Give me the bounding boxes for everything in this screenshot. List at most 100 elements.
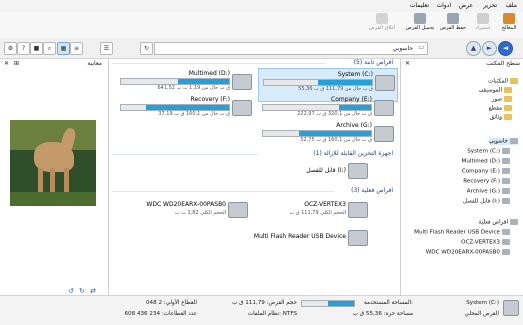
- nav-drive-c[interactable]: System (C:): [467, 148, 510, 155]
- preview-pane: ✕ ⊞ معاينة ↺ ↻ ⇄: [0, 59, 109, 295]
- removable-drive-name: قابل للفصل (I:): [306, 167, 346, 174]
- drive-name: Archive (G:): [336, 122, 372, 129]
- drive-tile[interactable]: Archive (G:) 52,75 ق ب خال من 160,1 ق ب: [258, 120, 396, 152]
- load-disk-icon: [414, 13, 426, 24]
- nav-documents[interactable]: وثائق: [490, 114, 512, 121]
- physical-drive-tile[interactable]: WDC WD20EARX-00PASB0 الحجم الكلي 1,82 ت …: [112, 199, 250, 223]
- up-icon[interactable]: ▲: [466, 41, 481, 56]
- drive-name: Multimed (D:): [188, 70, 230, 77]
- drive-usage-fill: [338, 105, 371, 110]
- menu-tools[interactable]: ادوات: [436, 2, 451, 9]
- nav-computer[interactable]: حاسوبي: [489, 138, 518, 145]
- view-details-icon[interactable]: ☰: [100, 42, 113, 55]
- drive-free-space: 52,75 ق ب خال من 160,1 ق ب: [300, 137, 372, 143]
- pin-icon[interactable]: ⊞: [14, 60, 19, 67]
- help-icon[interactable]: ?: [17, 42, 30, 55]
- wizard-button[interactable]: المعالج: [497, 13, 521, 37]
- rotate-left-icon[interactable]: ↺: [68, 287, 74, 295]
- group-physical-header[interactable]: اقراص فعلية (3): [351, 187, 393, 194]
- address-field[interactable]: حاسوبي ▭: [154, 42, 428, 55]
- physical-drive-tile[interactable]: Multi Flash Reader USB Device: [230, 229, 370, 246]
- drive-icon: [503, 300, 519, 316]
- view-tiles-icon[interactable]: ▦: [57, 42, 70, 55]
- refresh-icon[interactable]: ↻: [140, 42, 153, 55]
- menu-bar: ملف تحرير عرض ادوات تعليمات: [0, 0, 523, 12]
- ribbon: المعالج استيراد حفظ القرص تحميل القرص اغ…: [0, 12, 523, 39]
- navigation-pane: سطح المكتب ✕ المكتبات الموسيقى صور مقطع …: [400, 59, 523, 295]
- group-fixed-header[interactable]: اقراص ثابتة (5): [354, 59, 393, 66]
- drive-usage-fill: [318, 80, 372, 85]
- gear-icon[interactable]: ⚙: [4, 42, 17, 55]
- close-icon[interactable]: ✕: [405, 60, 410, 67]
- hard-drive-icon: [374, 126, 394, 142]
- rotate-right-icon[interactable]: ↻: [79, 287, 85, 295]
- nav-drive-g[interactable]: Archive (G:): [467, 188, 510, 195]
- disk-icon: [510, 219, 518, 225]
- computer-icon: ▭: [418, 44, 424, 51]
- save-icon[interactable]: ■: [30, 42, 43, 55]
- import-button[interactable]: استيراد: [471, 13, 495, 37]
- drive-icon: [502, 148, 510, 154]
- menu-edit[interactable]: تحرير: [483, 2, 497, 9]
- nav-libraries[interactable]: المكتبات: [488, 78, 518, 85]
- drive-free-space: 222,97 ق ب خال من 320,1 ق ب: [297, 111, 372, 117]
- status-used-label: المساحة المستخدمة:: [363, 300, 413, 306]
- physical-drive-name: Multi Flash Reader USB Device: [253, 233, 346, 240]
- flip-icon[interactable]: ⇄: [90, 287, 96, 295]
- close-disk-button[interactable]: اغلاق القرص: [367, 13, 397, 37]
- search-icon[interactable]: ⌕: [43, 42, 56, 55]
- drive-tile[interactable]: Recovery (F:) 37,19 ق ب خال من 160,1 ق ب: [116, 94, 254, 126]
- nav-physical[interactable]: اقراص فعلية: [479, 219, 518, 226]
- folder-icon: [504, 114, 512, 120]
- physical-drive-size: الحجم الكلي 1,82 ت ب: [174, 210, 226, 216]
- nav-physical-wdc[interactable]: WDC WD20EARX-00PASB0: [426, 249, 510, 256]
- status-drive-name: System (C:): [466, 300, 499, 306]
- nav-music[interactable]: الموسيقى: [479, 87, 512, 94]
- status-first-sector: القطاع الأولي: 2 048: [145, 300, 197, 306]
- drive-icon: [502, 229, 510, 235]
- drive-usage-bar: [263, 79, 373, 86]
- status-used-bar: [301, 300, 355, 307]
- wizard-icon: [503, 13, 515, 24]
- back-icon[interactable]: ◄: [498, 41, 513, 56]
- hard-drive-icon: [374, 100, 394, 116]
- forward-icon[interactable]: ►: [482, 41, 497, 56]
- nav-drive-e[interactable]: Company (E:): [462, 168, 510, 175]
- physical-drive-tile[interactable]: OCZ-VERTEX3 الحجم الكلي 111,79 ق ب: [230, 199, 370, 223]
- preview-image: [10, 120, 96, 206]
- nav-drive-d[interactable]: Multimed (D:): [462, 158, 510, 165]
- physical-drive-size: الحجم الكلي 111,79 ق ب: [289, 210, 346, 216]
- save-disk-button[interactable]: حفظ القرص: [439, 13, 467, 37]
- nav-videos[interactable]: مقطع: [489, 105, 512, 112]
- drive-name: Company (E:): [331, 96, 372, 103]
- drive-icon: [502, 168, 510, 174]
- nav-physical-usb[interactable]: Multi Flash Reader USB Device: [414, 229, 510, 236]
- menu-help[interactable]: تعليمات: [410, 2, 429, 9]
- drive-icon: [502, 188, 510, 194]
- nav-drive-i[interactable]: قابل للفصل (I:): [463, 198, 510, 205]
- nav-drive-f[interactable]: Recovery (F:): [463, 178, 510, 185]
- import-icon: [477, 13, 489, 24]
- nav-pictures[interactable]: صور: [492, 96, 512, 103]
- load-disk-button[interactable]: تحميل القرص: [405, 13, 435, 37]
- status-free: مساحة حرة: 55,36 ق ب: [352, 311, 413, 317]
- status-drive-type: القرص المحلي: [464, 311, 499, 317]
- view-list-icon[interactable]: ≡: [70, 42, 83, 55]
- folder-icon: [510, 78, 518, 84]
- close-icon[interactable]: ✕: [4, 60, 9, 67]
- drive-name: System (C:): [337, 71, 373, 78]
- hard-disk-icon: [348, 202, 368, 218]
- drive-free-space: 37,19 ق ب خال من 160,1 ق ب: [158, 111, 230, 117]
- card-reader-icon: [348, 230, 368, 246]
- menu-view[interactable]: عرض: [459, 2, 473, 9]
- close-disk-icon: [376, 13, 388, 24]
- drive-icon: [502, 178, 510, 184]
- drive-usage-fill: [298, 131, 371, 136]
- address-path: حاسوبي: [392, 45, 413, 52]
- folder-icon: [504, 87, 512, 93]
- group-divider: [112, 191, 334, 192]
- drive-free-space: 55,36 ق ب خال من 111,79 ق ب: [298, 86, 373, 92]
- menu-file[interactable]: ملف: [506, 2, 517, 9]
- drive-free-space: 641,52 ق ب خال من 1,19 ت ب: [157, 85, 230, 91]
- nav-physical-ocz[interactable]: OCZ-VERTEX3: [461, 239, 510, 246]
